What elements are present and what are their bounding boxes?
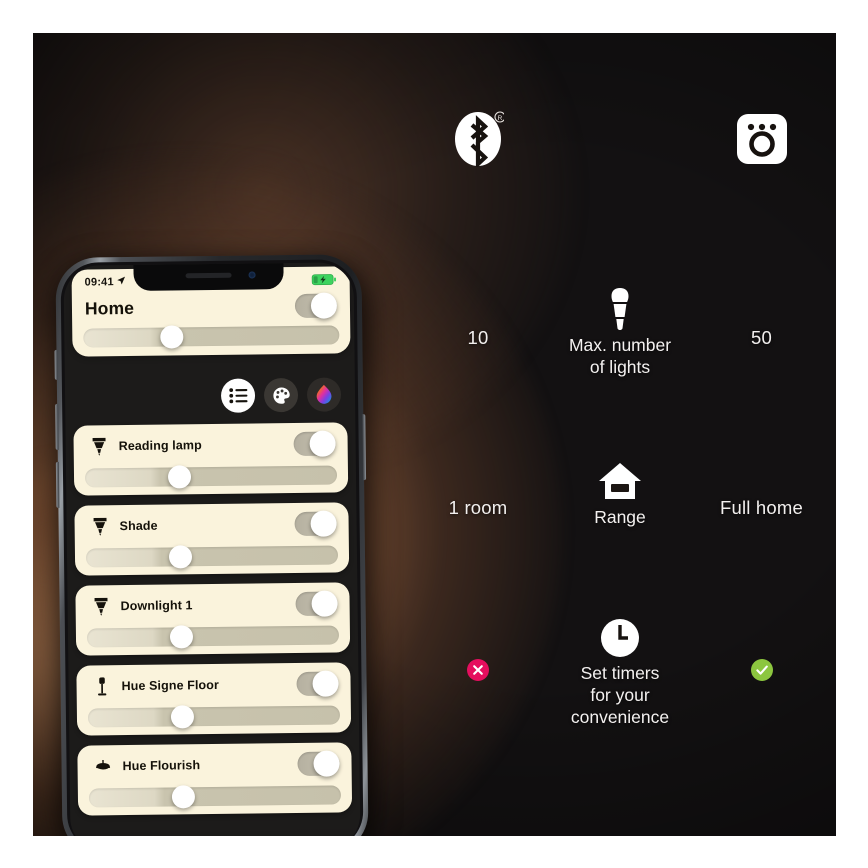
timers-caption-line3: convenience xyxy=(570,707,670,728)
status-bar-time-group: 09:41 xyxy=(85,276,126,289)
mode-button-colors[interactable] xyxy=(306,377,342,412)
range-left-value: 1 room xyxy=(448,497,508,518)
max-lights-caption-line2: of lights xyxy=(589,357,651,378)
light-row: Reading lamp xyxy=(73,422,347,460)
toggle-knob xyxy=(310,292,338,319)
spot-bulb-icon xyxy=(86,436,112,456)
slider-knob xyxy=(168,465,192,489)
max-lights-right-value: 50 xyxy=(751,327,772,348)
cross-badge xyxy=(467,659,489,681)
light-name: Downlight 1 xyxy=(120,598,193,614)
timers-caption-line2: for your xyxy=(590,685,650,706)
light-card: Hue Signe Floor xyxy=(76,662,352,736)
range-caption-line1: Range xyxy=(594,507,646,527)
bluetooth-icon: R xyxy=(403,111,553,167)
light-brightness-slider[interactable] xyxy=(85,545,339,569)
light-card: Shade xyxy=(74,502,350,576)
phone-volume-up-button[interactable] xyxy=(55,403,59,450)
promo-graphic: R 10 Max. number of lights 50 1 room Ran… xyxy=(33,33,836,836)
light-toggle[interactable] xyxy=(296,670,339,697)
light-name: Reading lamp xyxy=(118,438,202,454)
light-name: Hue Signe Floor xyxy=(121,677,220,694)
light-toggle[interactable] xyxy=(297,750,340,777)
slider-knob xyxy=(170,705,195,729)
phone-bezel: 09:41 Home Reading lamp Shade Downlight … xyxy=(60,259,364,836)
status-bar-time: 09:41 xyxy=(84,276,114,289)
location-arrow-icon xyxy=(117,276,126,288)
phone-volume-down-button[interactable] xyxy=(55,461,60,508)
phone-mockup: 09:41 Home Reading lamp Shade Downlight … xyxy=(54,254,374,836)
home-brightness-slider[interactable] xyxy=(83,325,340,349)
light-brightness-slider[interactable] xyxy=(87,705,341,729)
phone-screen: 09:41 Home Reading lamp Shade Downlight … xyxy=(63,262,361,836)
spot-bulb-icon xyxy=(87,596,113,616)
battery-charging-icon xyxy=(311,273,337,286)
slider-knob xyxy=(171,785,196,809)
max-lights-caption-line1: Max. number xyxy=(568,335,672,355)
toggle-knob xyxy=(311,590,338,617)
range-right-value: Full home xyxy=(719,497,804,518)
lightbulb-icon xyxy=(549,285,691,331)
spot-bulb-icon xyxy=(87,516,113,536)
mode-button-scenes[interactable] xyxy=(263,377,299,413)
light-card: Hue Flourish xyxy=(77,742,353,816)
max-lights-left-value: 10 xyxy=(467,327,489,348)
light-brightness-slider[interactable] xyxy=(84,465,338,489)
mode-button-list[interactable] xyxy=(220,378,256,413)
light-name: Shade xyxy=(119,518,158,534)
phone-frame: 09:41 Home Reading lamp Shade Downlight … xyxy=(54,254,369,836)
light-toggle[interactable] xyxy=(293,430,336,457)
phone-silent-switch[interactable] xyxy=(54,349,58,380)
light-row: Downlight 1 xyxy=(75,582,349,620)
light-row: Shade xyxy=(74,502,348,540)
phone-notch xyxy=(133,263,284,291)
mode-selector xyxy=(220,377,342,413)
light-brightness-slider[interactable] xyxy=(86,625,340,649)
light-name: Hue Flourish xyxy=(122,758,201,774)
light-row: Hue Signe Floor xyxy=(76,662,350,700)
page-title: Home xyxy=(84,297,135,319)
light-card: Reading lamp xyxy=(73,422,349,496)
home-master-toggle[interactable] xyxy=(294,292,338,319)
check-badge xyxy=(750,659,773,681)
floor-lamp-icon xyxy=(88,676,114,696)
light-card: Downlight 1 xyxy=(75,582,351,656)
comparison-panel: R 10 Max. number of lights 50 1 room Ran… xyxy=(403,33,836,836)
slider-knob xyxy=(159,325,184,349)
toggle-knob xyxy=(312,670,339,697)
toggle-knob xyxy=(309,430,336,457)
slider-knob xyxy=(169,545,193,569)
light-toggle[interactable] xyxy=(295,590,338,617)
light-brightness-slider[interactable] xyxy=(88,785,342,809)
earpiece-speaker xyxy=(185,272,232,279)
house-icon xyxy=(549,457,691,503)
home-header-main: Home xyxy=(72,290,350,320)
pendant-lamp-icon xyxy=(89,756,115,776)
clock-icon xyxy=(549,613,691,659)
light-list: Reading lamp Shade Downlight 1 Hue Signe Fl… xyxy=(73,422,353,836)
timers-caption-line1: Set timers xyxy=(580,663,660,683)
slider-knob xyxy=(170,625,194,649)
toggle-knob xyxy=(313,750,340,777)
hue-bridge-icon xyxy=(687,114,836,167)
light-row: Hue Flourish xyxy=(77,742,351,780)
svg-text:R: R xyxy=(498,115,503,122)
front-camera xyxy=(248,271,256,279)
toggle-knob xyxy=(310,510,337,537)
light-toggle[interactable] xyxy=(294,510,337,537)
